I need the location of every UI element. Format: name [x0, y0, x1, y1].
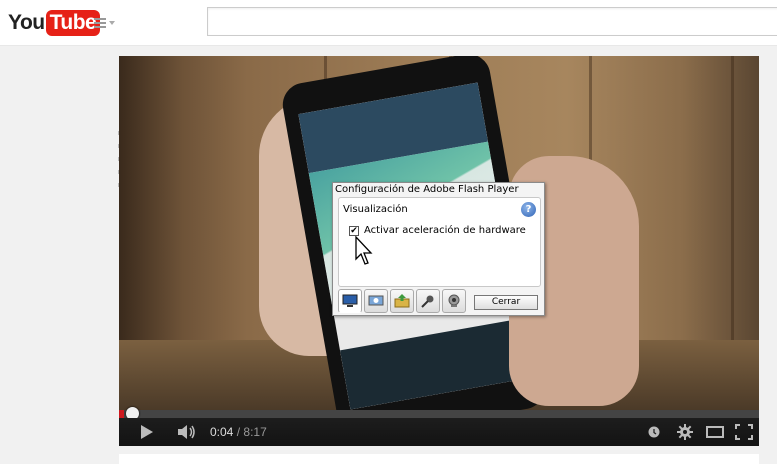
dialog-title: Configuración de Adobe Flash Player [335, 184, 519, 195]
hardware-acceleration-checkbox[interactable]: ✔ [349, 226, 359, 236]
theater-mode-icon [706, 426, 724, 438]
settings-icon [677, 424, 693, 440]
tab-microphone[interactable] [416, 289, 440, 313]
display-icon [342, 294, 358, 307]
settings-button[interactable] [674, 418, 696, 446]
close-button[interactable]: Cerrar [474, 295, 538, 310]
fullscreen-button[interactable] [732, 418, 756, 446]
storage-icon [394, 294, 410, 308]
tab-display[interactable] [338, 289, 362, 313]
watch-later-icon [648, 426, 660, 438]
tab-camera[interactable] [442, 289, 466, 313]
guide-menu-button[interactable] [94, 15, 120, 31]
youtube-logo[interactable]: You Tube [8, 9, 101, 37]
time-separator: / [236, 425, 241, 439]
fullscreen-icon [735, 424, 753, 440]
chevron-down-icon [109, 21, 115, 25]
player-controls: 0:04 / 8:17 [119, 418, 759, 446]
logo-text-tube: Tube [45, 10, 101, 36]
microphone-icon [421, 295, 434, 308]
masthead: You Tube [0, 0, 777, 46]
tab-privacy[interactable] [364, 289, 388, 313]
settings-tabs [338, 289, 466, 313]
logo-text-you: You [8, 11, 45, 34]
privacy-icon [368, 295, 384, 306]
below-player-area [119, 454, 759, 464]
progress-played [119, 410, 125, 418]
duration: 8:17 [243, 425, 267, 439]
volume-icon [178, 425, 195, 439]
section-heading: Visualización [343, 204, 408, 215]
theater-mode-button[interactable] [703, 418, 727, 446]
tab-storage[interactable] [390, 289, 414, 313]
time-display: 0:04 / 8:17 [210, 418, 267, 446]
camera-icon [448, 294, 460, 307]
current-time: 0:04 [210, 425, 234, 439]
hardware-acceleration-label[interactable]: Activar aceleración de hardware [364, 225, 526, 236]
search-input[interactable] [207, 7, 777, 36]
play-icon [141, 425, 153, 439]
progress-bar[interactable] [119, 410, 759, 418]
watch-later-button[interactable] [644, 418, 664, 446]
menu-icon [94, 18, 106, 28]
play-button[interactable] [133, 418, 161, 446]
mute-button[interactable] [175, 418, 199, 446]
help-icon[interactable]: ? [521, 202, 536, 217]
mouse-cursor-icon [355, 236, 373, 265]
